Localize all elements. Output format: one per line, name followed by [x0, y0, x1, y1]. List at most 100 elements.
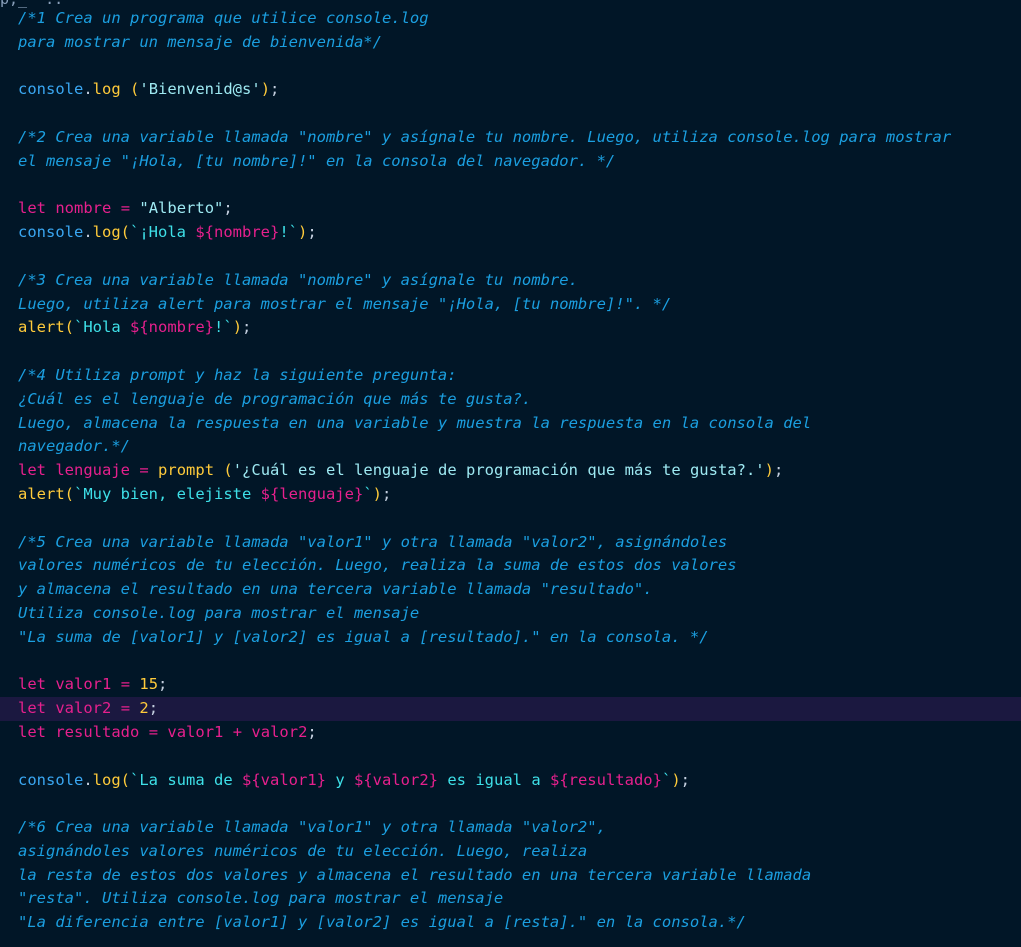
code-token: para mostrar un mensaje de bienvenida*/ [18, 32, 382, 51]
code-token: = [148, 722, 159, 741]
code-token: el mensaje "¡Hola, [tu nombre]!" en la c… [18, 151, 616, 170]
code-token: alert [18, 484, 65, 503]
code-line[interactable]: valores numéricos de tu elección. Luego,… [0, 554, 1021, 578]
code-token: `¡Hola [130, 223, 196, 242]
code-token: Luego, utiliza alert para mostrar el men… [18, 294, 672, 313]
code-token: /*5 Crea una variable llamada "valor1" y… [18, 532, 728, 551]
code-token: "resta". Utiliza console.log para mostra… [18, 889, 504, 908]
code-line[interactable]: ​ [0, 55, 1021, 79]
code-line[interactable]: console.log(`La suma de ${valor1} y ${va… [0, 769, 1021, 793]
code-token: ( [64, 318, 75, 337]
code-line[interactable]: navegador.*/ [0, 435, 1021, 459]
code-token: ; [680, 770, 690, 789]
code-token: . [83, 770, 93, 789]
code-line[interactable]: ​ [0, 792, 1021, 816]
code-area[interactable]: /*1 Crea un programa que utilice console… [0, 7, 1021, 935]
code-line[interactable]: ​ [0, 174, 1021, 198]
code-token: ; [242, 318, 252, 337]
code-token: navegador.*/ [18, 437, 130, 456]
code-line-current[interactable]: let valor2 = 2; [0, 697, 1021, 721]
code-token: ; [307, 223, 317, 242]
code-line[interactable]: ¿Cuál es el lenguaje de programación que… [0, 388, 1021, 412]
code-token: ) [372, 484, 382, 503]
code-token: 15 [139, 675, 159, 694]
code-token: ( [130, 80, 140, 99]
code-line[interactable]: let nombre = "Alberto"; [0, 197, 1021, 221]
code-token: . [83, 80, 93, 99]
code-line[interactable]: Utiliza console.log para mostrar el mens… [0, 602, 1021, 626]
code-line[interactable]: /*5 Crea una variable llamada "valor1" y… [0, 531, 1021, 555]
code-token: console [18, 770, 84, 789]
code-token: alert [18, 318, 65, 337]
code-token: ) [260, 80, 271, 99]
code-token: . [83, 223, 93, 242]
code-line[interactable]: let resultado = valor1 + valor2; [0, 721, 1021, 745]
code-token: `La suma de [130, 770, 242, 789]
code-line[interactable]: Luego, utiliza alert para mostrar el men… [0, 293, 1021, 317]
code-token: = [120, 675, 131, 694]
code-line[interactable]: alert(`Hola ${nombre}!`); [0, 316, 1021, 340]
code-line[interactable]: /*4 Utiliza prompt y haz la siguiente pr… [0, 364, 1021, 388]
code-token: ${valor1} [242, 770, 326, 789]
code-line[interactable]: el mensaje "¡Hola, [tu nombre]!" en la c… [0, 150, 1021, 174]
code-token: ( [120, 770, 131, 789]
code-token: ( [64, 484, 75, 503]
code-line[interactable]: "resta". Utiliza console.log para mostra… [0, 887, 1021, 911]
code-line[interactable]: alert(`Muy bien, elejiste ${lenguaje}`); [0, 483, 1021, 507]
code-token: "Alberto" [139, 199, 224, 218]
code-token: ${resultado} [549, 770, 662, 789]
code-line[interactable]: /*3 Crea una variable llamada "nombre" y… [0, 269, 1021, 293]
code-token: /*2 Crea una variable llamada "nombre" y… [18, 127, 952, 146]
code-line[interactable]: para mostrar un mensaje de bienvenida*/ [0, 31, 1021, 55]
code-line[interactable]: ​ [0, 102, 1021, 126]
code-line[interactable]: ​ [0, 650, 1021, 674]
code-token: ) [764, 461, 774, 480]
code-line[interactable]: /*1 Crea un programa que utilice console… [0, 7, 1021, 31]
code-editor[interactable]: p;_ .. /*1 Crea un programa que utilice … [0, 0, 1021, 947]
code-line[interactable]: ​ [0, 340, 1021, 364]
code-token: `Muy bien, elejiste [74, 484, 261, 503]
code-line[interactable]: console.log ('Bienvenid@s'); [0, 78, 1021, 102]
code-line[interactable]: let lenguaje = prompt ('¿Cuál es el leng… [0, 459, 1021, 483]
code-line[interactable]: Luego, almacena la respuesta en una vari… [0, 412, 1021, 436]
code-line[interactable]: la resta de estos dos valores y almacena… [0, 864, 1021, 888]
code-line[interactable]: y almacena el resultado en una tercera v… [0, 578, 1021, 602]
code-line[interactable]: "La diferencia entre [valor1] y [valor2]… [0, 911, 1021, 935]
code-token: = [120, 199, 131, 218]
code-token: 'Bienvenid@s' [139, 80, 261, 99]
code-token: ; [382, 484, 392, 503]
code-token: + [232, 722, 243, 741]
code-line[interactable]: asignándoles valores numéricos de tu ele… [0, 840, 1021, 864]
code-line[interactable]: ​ [0, 245, 1021, 269]
code-token: valor2 [251, 722, 308, 741]
code-line[interactable]: "La suma de [valor1] y [valor2] es igual… [0, 626, 1021, 650]
code-line[interactable]: ​ [0, 745, 1021, 769]
code-line[interactable]: let valor1 = 15; [0, 673, 1021, 697]
code-token: ; [223, 199, 233, 218]
code-line[interactable]: /*6 Crea una variable llamada "valor1" y… [0, 816, 1021, 840]
code-token: valor1 [55, 675, 112, 694]
code-token: let [18, 699, 46, 718]
code-token: log [92, 223, 121, 242]
code-line[interactable]: console.log(`¡Hola ${nombre}!`); [0, 221, 1021, 245]
code-token: ¿Cuál es el lenguaje de programación que… [18, 389, 532, 408]
code-token: !` [279, 223, 299, 242]
code-token: let [18, 199, 46, 218]
code-line[interactable]: ​ [0, 507, 1021, 531]
code-token: `Hola [74, 318, 131, 337]
code-token: ` [363, 484, 373, 503]
code-token: /*1 Crea un programa que utilice console… [18, 9, 429, 27]
code-token: ) [671, 770, 681, 789]
code-token: '¿Cuál es el lenguaje de programación qu… [232, 461, 765, 480]
code-line[interactable]: /*2 Crea una variable llamada "nombre" y… [0, 126, 1021, 150]
